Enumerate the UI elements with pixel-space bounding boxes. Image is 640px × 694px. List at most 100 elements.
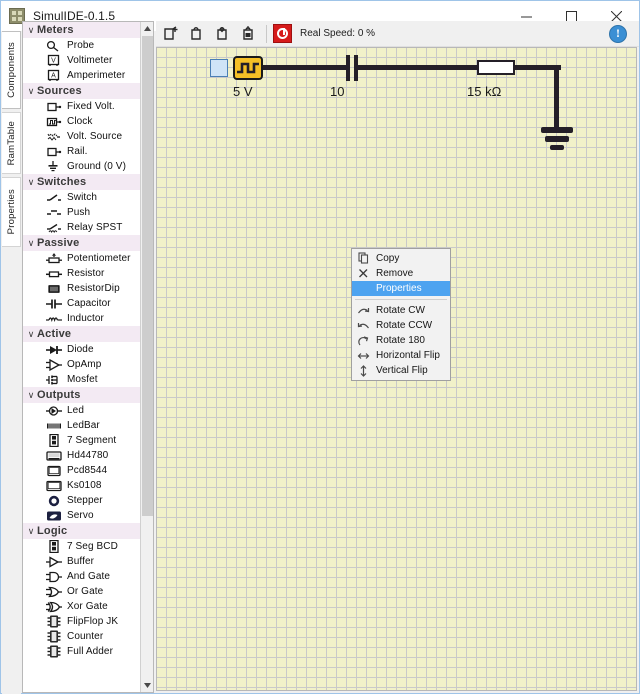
component-item-servo[interactable]: Servo	[23, 508, 141, 523]
component-item-rail[interactable]: Rail.	[23, 144, 141, 159]
component-item-ks0108[interactable]: Ks0108	[23, 478, 141, 493]
menu-item-rotate-ccw[interactable]: Rotate CCW	[352, 318, 450, 333]
tab-properties[interactable]: Properties	[2, 177, 21, 247]
menu-item-label: Horizontal Flip	[376, 350, 440, 361]
section-label: Switches	[37, 176, 87, 188]
component-item-probe[interactable]: Probe	[23, 38, 141, 53]
component-item-capacitor[interactable]: Capacitor	[23, 296, 141, 311]
component-item-led[interactable]: Led	[23, 403, 141, 418]
component-item-buffer[interactable]: Buffer	[23, 554, 141, 569]
tab-ramtable[interactable]: RamTable	[2, 112, 21, 174]
resistor-component[interactable]	[477, 60, 515, 75]
ground-bar-2[interactable]	[545, 136, 569, 142]
scrollbar-thumb[interactable]	[142, 36, 153, 516]
component-item-label: Amperimeter	[67, 70, 126, 81]
servo-icon	[45, 509, 62, 522]
component-item-voltimeter[interactable]: V Voltimeter	[23, 53, 141, 68]
component-item-amperimeter[interactable]: A Amperimeter	[23, 68, 141, 83]
component-item-ledbar[interactable]: LedBar	[23, 418, 141, 433]
clock-value-label: 5 V	[233, 84, 253, 99]
menu-item-rotate-cw[interactable]: Rotate CW	[352, 303, 450, 318]
full-adder-icon	[45, 645, 62, 658]
capacitor-value-label: 10	[330, 84, 345, 99]
component-item-switch[interactable]: Switch	[23, 190, 141, 205]
menu-item-copy[interactable]: Copy	[352, 251, 450, 266]
save-circuit-button[interactable]	[212, 23, 234, 45]
menu-item-rotate-180[interactable]: Rotate 180	[352, 333, 450, 348]
components-scrollbar[interactable]	[140, 22, 153, 692]
scroll-down-arrow[interactable]	[141, 679, 153, 692]
section-header-passive[interactable]: ∨ Passive	[23, 235, 141, 251]
menu-item-label: Rotate CCW	[376, 320, 433, 331]
capacitor-plate-left[interactable]	[346, 55, 350, 81]
component-item-diode[interactable]: Diode	[23, 342, 141, 357]
component-item-fixed-volt[interactable]: Fixed Volt.	[23, 99, 141, 114]
component-item-relay-spst[interactable]: Relay SPST	[23, 220, 141, 235]
component-item-counter[interactable]: Counter	[23, 629, 141, 644]
tab-ramtable-label: RamTable	[5, 120, 17, 166]
open-circuit-button[interactable]	[186, 23, 208, 45]
component-item-resistordip[interactable]: ResistorDip	[23, 281, 141, 296]
chevron-down-icon: ∨	[27, 86, 35, 96]
component-item-inductor[interactable]: Inductor	[23, 311, 141, 326]
component-item-full-adder[interactable]: Full Adder	[23, 644, 141, 659]
component-item-and-gate[interactable]: And Gate	[23, 569, 141, 584]
component-item-stepper[interactable]: Stepper	[23, 493, 141, 508]
capacitor-plate-right[interactable]	[354, 55, 358, 81]
component-item-or-gate[interactable]: Or Gate	[23, 584, 141, 599]
resistor-value-label: 15 kΩ	[467, 84, 502, 99]
menu-item-horizontal-flip[interactable]: Horizontal Flip	[352, 348, 450, 363]
section-header-outputs[interactable]: ∨ Outputs	[23, 387, 141, 403]
menu-item-vertical-flip[interactable]: Vertical Flip	[352, 363, 450, 378]
component-item-ground-0-v[interactable]: Ground (0 V)	[23, 159, 141, 174]
amperimeter-icon: A	[45, 69, 62, 82]
new-circuit-button[interactable]	[160, 23, 182, 45]
ground-bar-3[interactable]	[550, 145, 564, 150]
component-item-xor-gate[interactable]: Xor Gate	[23, 599, 141, 614]
component-item-volt-source[interactable]: Volt. Source	[23, 129, 141, 144]
ground-bar-1[interactable]	[541, 127, 573, 133]
save-as-button[interactable]	[238, 23, 260, 45]
voltimeter-icon: V	[45, 54, 62, 67]
main-toolbar: Real Speed: 0 % !	[156, 21, 639, 47]
info-icon[interactable]: !	[609, 24, 627, 43]
component-item-clock[interactable]: Clock	[23, 114, 141, 129]
component-item-label: Hd44780	[67, 450, 109, 461]
tab-components[interactable]: Components	[2, 31, 21, 109]
wire-capacitor-to-resistor[interactable]	[357, 65, 478, 70]
probe-component[interactable]	[210, 59, 228, 77]
led-icon	[45, 404, 62, 417]
menu-item-properties[interactable]: Properties	[352, 281, 450, 296]
component-item-push[interactable]: Push	[23, 205, 141, 220]
component-item-hd44780[interactable]: Hd44780	[23, 448, 141, 463]
menu-item-remove[interactable]: Remove	[352, 266, 450, 281]
xor-gate-icon	[45, 600, 62, 613]
wire-clock-to-capacitor[interactable]	[263, 65, 347, 70]
svg-text:A: A	[51, 73, 56, 80]
switch-icon	[45, 191, 62, 204]
svg-text:V: V	[51, 58, 56, 65]
component-item-opamp[interactable]: OpAmp	[23, 357, 141, 372]
section-header-logic[interactable]: ∨ Logic	[23, 523, 141, 539]
section-header-active[interactable]: ∨ Active	[23, 326, 141, 342]
section-header-meters[interactable]: ∨ Meters	[23, 22, 141, 38]
tab-properties-label: Properties	[5, 189, 17, 235]
power-button[interactable]	[273, 24, 292, 43]
component-item-7-seg-bcd[interactable]: 7 Seg BCD	[23, 539, 141, 554]
component-item-flipflop-jk[interactable]: FlipFlop JK	[23, 614, 141, 629]
component-item-resistor[interactable]: Resistor	[23, 266, 141, 281]
clock-component[interactable]	[233, 56, 263, 80]
component-item-mosfet[interactable]: Mosfet	[23, 372, 141, 387]
component-item-7-segment[interactable]: 7 Segment	[23, 433, 141, 448]
component-item-potentiometer[interactable]: Potentiometer	[23, 251, 141, 266]
rotate-cw-icon	[354, 304, 372, 317]
component-item-pcd8544[interactable]: Pcd8544	[23, 463, 141, 478]
scroll-up-arrow[interactable]	[141, 22, 153, 35]
component-item-label: Clock	[67, 116, 93, 127]
section-header-sources[interactable]: ∨ Sources	[23, 83, 141, 99]
ledbar-icon	[45, 419, 62, 432]
component-item-label: Rail.	[67, 146, 88, 157]
section-header-switches[interactable]: ∨ Switches	[23, 174, 141, 190]
wire-ground-vertical[interactable]	[554, 65, 559, 129]
menu-item-label: Vertical Flip	[376, 365, 428, 376]
